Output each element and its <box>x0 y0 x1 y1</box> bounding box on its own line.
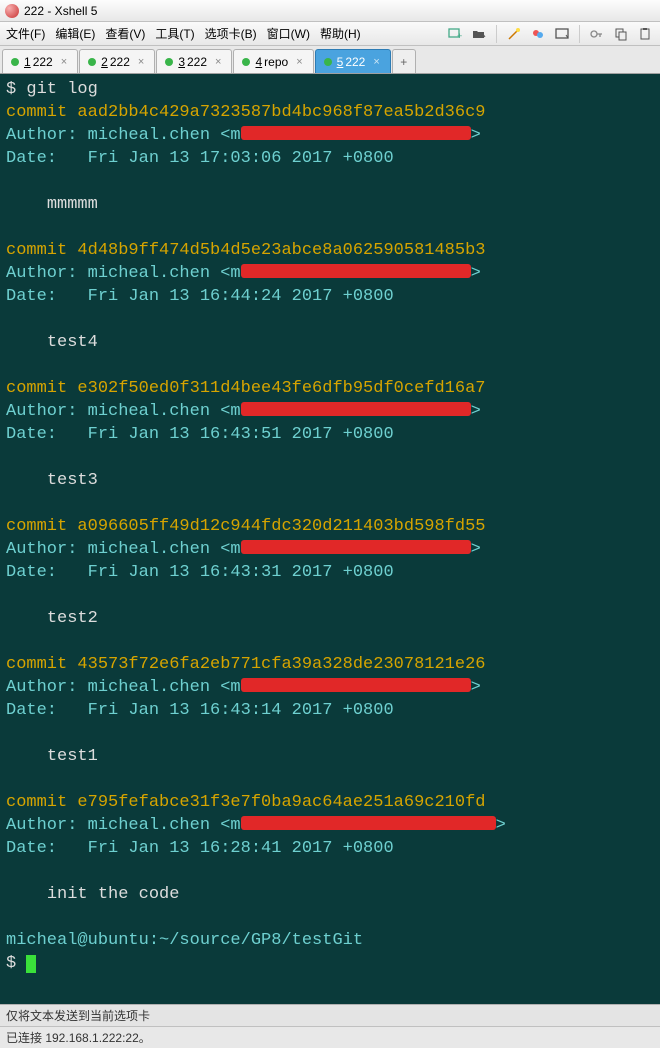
toolbar-copy-icon[interactable] <box>612 25 630 43</box>
tab-1[interactable]: 1 222 × <box>2 49 78 73</box>
toolbar-color-icon[interactable] <box>529 25 547 43</box>
cursor <box>26 955 36 973</box>
status-dot-icon <box>324 58 332 66</box>
redacted-email <box>241 540 471 554</box>
terminal[interactable]: $ git log commit aad2bb4c429a7323587bd4b… <box>0 74 660 1004</box>
titlebar: 222 - Xshell 5 <box>0 0 660 22</box>
menubar: 文件(F) 编辑(E) 查看(V) 工具(T) 选项卡(B) 窗口(W) 帮助(… <box>0 22 660 46</box>
menu-tools[interactable]: 工具(T) <box>155 25 194 42</box>
tab-3[interactable]: 3 222 × <box>156 49 232 73</box>
close-icon[interactable]: × <box>215 56 221 68</box>
tabbar: 1 222 × 2 222 × 3 222 × 4 repo × 5 222 × + <box>0 46 660 74</box>
menu-view[interactable]: 查看(V) <box>105 25 145 42</box>
tab-number: 2 <box>101 55 108 69</box>
redacted-email <box>241 264 471 278</box>
tab-label: 222 <box>33 55 53 69</box>
redacted-email <box>241 126 471 140</box>
menu-edit[interactable]: 编辑(E) <box>55 25 95 42</box>
tab-number: 5 <box>337 55 344 69</box>
svg-text:+: + <box>457 31 462 41</box>
tab-4[interactable]: 4 repo × <box>233 49 313 73</box>
close-icon[interactable]: × <box>296 56 302 68</box>
menu-tabs[interactable]: 选项卡(B) <box>205 25 257 42</box>
footer-sendmode: 仅将文本发送到当前选项卡 <box>0 1004 660 1026</box>
statusbar-text: 已连接 192.168.1.222:22。 <box>6 1029 151 1046</box>
tab-2[interactable]: 2 222 × <box>79 49 155 73</box>
tab-label: 222 <box>345 55 365 69</box>
tab-label: 222 <box>187 55 207 69</box>
tab-number: 3 <box>178 55 185 69</box>
status-dot-icon <box>242 58 250 66</box>
menu-help[interactable]: 帮助(H) <box>320 25 361 42</box>
toolbar-newtab-icon[interactable]: + <box>446 25 464 43</box>
tab-number: 1 <box>24 55 31 69</box>
statusbar: 已连接 192.168.1.222:22。 <box>0 1026 660 1048</box>
redacted-email <box>241 402 471 416</box>
status-dot-icon <box>88 58 96 66</box>
toolbar-wand-icon[interactable] <box>505 25 523 43</box>
status-dot-icon <box>165 58 173 66</box>
status-dot-icon <box>11 58 19 66</box>
menu-window[interactable]: 窗口(W) <box>267 25 310 42</box>
toolbar-screen-icon[interactable] <box>553 25 571 43</box>
toolbar-paste-icon[interactable] <box>636 25 654 43</box>
tab-5[interactable]: 5 222 × <box>315 49 391 73</box>
redacted-email <box>241 816 496 830</box>
app-icon <box>5 4 19 18</box>
tab-label: 222 <box>110 55 130 69</box>
tab-number: 4 <box>255 55 262 69</box>
close-icon[interactable]: × <box>373 56 379 68</box>
redacted-email <box>241 678 471 692</box>
close-icon[interactable]: × <box>61 56 67 68</box>
menu-file[interactable]: 文件(F) <box>6 25 45 42</box>
footer-sendmode-text: 仅将文本发送到当前选项卡 <box>6 1007 150 1024</box>
tab-label: repo <box>264 55 288 69</box>
window-title: 222 - Xshell 5 <box>24 4 97 18</box>
toolbar-folder-icon[interactable] <box>470 25 488 43</box>
tab-add[interactable]: + <box>392 49 416 73</box>
toolbar: + <box>446 25 654 43</box>
toolbar-key-icon[interactable] <box>588 25 606 43</box>
close-icon[interactable]: × <box>138 56 144 68</box>
